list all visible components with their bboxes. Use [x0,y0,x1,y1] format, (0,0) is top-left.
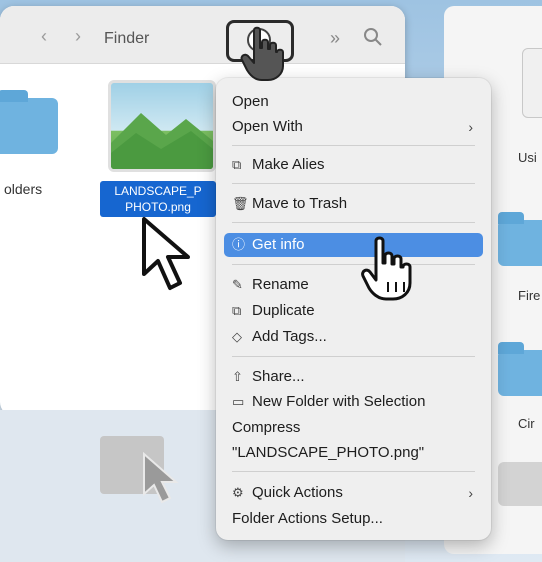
menu-item-add-tags[interactable]: ◇ Add Tags... [224,325,483,349]
menu-separator [232,222,475,223]
folder-icon[interactable] [498,342,542,396]
chevron-right-icon: › [468,485,473,501]
landscape-image-icon [111,113,213,169]
finder-toolbar: ‹ › Finder » [0,6,405,64]
menu-separator [232,145,475,146]
hand-cursor-icon [361,236,412,301]
pencil-icon: ✎ [232,277,243,292]
chevron-right-icon[interactable]: › [68,26,88,46]
menu-item-label: "LANDSCAPE_PHOTO.png" [232,444,425,461]
alias-icon: ⧉ [232,157,242,172]
menu-item-label: Make Alies [252,156,325,173]
gear-icon: ⚙ [232,485,244,500]
folder-label: olders [4,181,43,197]
right-item-label-1: Usi [518,150,537,165]
right-item-label-3: Cir [518,416,535,431]
share-icon: ⇧ [232,369,243,384]
document-icon[interactable] [522,48,542,118]
file-name-line-1: LANDSCAPE_P [114,184,202,198]
right-item-label-2: Fire [518,288,541,303]
menu-separator [232,471,475,472]
menu-item-quick-actions[interactable]: ⚙ Quick Actions › [224,481,483,505]
menu-item-folder-actions-setup[interactable]: Folder Actions Setup... [224,507,483,531]
menu-separator [232,264,475,265]
folder-icon[interactable] [498,212,542,266]
folder-icon: ▭ [232,394,245,409]
chevron-left-icon[interactable]: ‹ [34,26,54,46]
folder-icon[interactable] [0,90,58,154]
toolbar-overflow-icon[interactable]: » [330,28,340,49]
info-icon: ⓘ [232,237,246,252]
menu-separator [232,183,475,184]
file-name-line-2: PHOTO.png [125,200,191,214]
hand-cursor-icon [240,26,284,81]
menu-item-label: New Folder with Selection [252,393,426,410]
menu-item-open[interactable]: Open [224,90,483,114]
context-menu: Open Open With › ⧉ Make Alies 🗑 Mave to Tr… [216,78,491,540]
duplicate-icon: ⧉ [232,303,242,318]
menu-item-compress-filename[interactable]: "LANDSCAPE_PHOTO.png" [224,441,483,465]
menu-item-move-to-trash[interactable]: 🗑 Mave to Trash [224,192,483,216]
menu-item-make-alias[interactable]: ⧉ Make Alies [224,153,483,177]
menu-item-label: Compress [232,419,301,436]
menu-item-new-folder-with-selection[interactable]: ▭ New Folder with Selection [224,390,483,414]
menu-item-label: Mave to Trash [252,195,348,212]
menu-item-label: Add Tags... [252,328,327,345]
menu-item-label: Folder Actions Setup... [232,510,383,527]
folder-icon[interactable] [498,462,542,506]
menu-item-rename[interactable]: ✎ Rename [224,273,483,297]
menu-item-get-info[interactable]: ⓘ Get info [224,233,483,257]
menu-item-share[interactable]: ⇧ Share... [224,365,483,389]
menu-item-label: Open With [232,118,303,135]
menu-item-duplicate[interactable]: ⧉ Duplicate [224,299,483,323]
menu-item-label: Duplicate [252,302,315,319]
menu-separator [232,356,475,357]
menu-item-label: Open [232,93,269,110]
chevron-right-icon: › [468,119,473,135]
menu-item-label: Rename [252,276,309,293]
menu-item-compress[interactable]: Compress [224,416,483,440]
file-name-label[interactable]: LANDSCAPE_P PHOTO.png [100,181,216,217]
tag-icon: ◇ [232,329,242,344]
arrow-cursor-icon [143,452,179,504]
window-title: Finder [104,30,150,47]
arrow-cursor-icon [142,217,190,290]
menu-item-label: Quick Actions [252,484,343,501]
trash-icon: 🗑 [232,196,249,211]
search-icon[interactable] [362,26,384,48]
menu-item-label: Get info [252,236,305,253]
menu-item-label: Share... [252,368,305,385]
menu-item-open-with[interactable]: Open With › [224,115,483,139]
landscape-photo-thumbnail[interactable] [108,80,216,172]
